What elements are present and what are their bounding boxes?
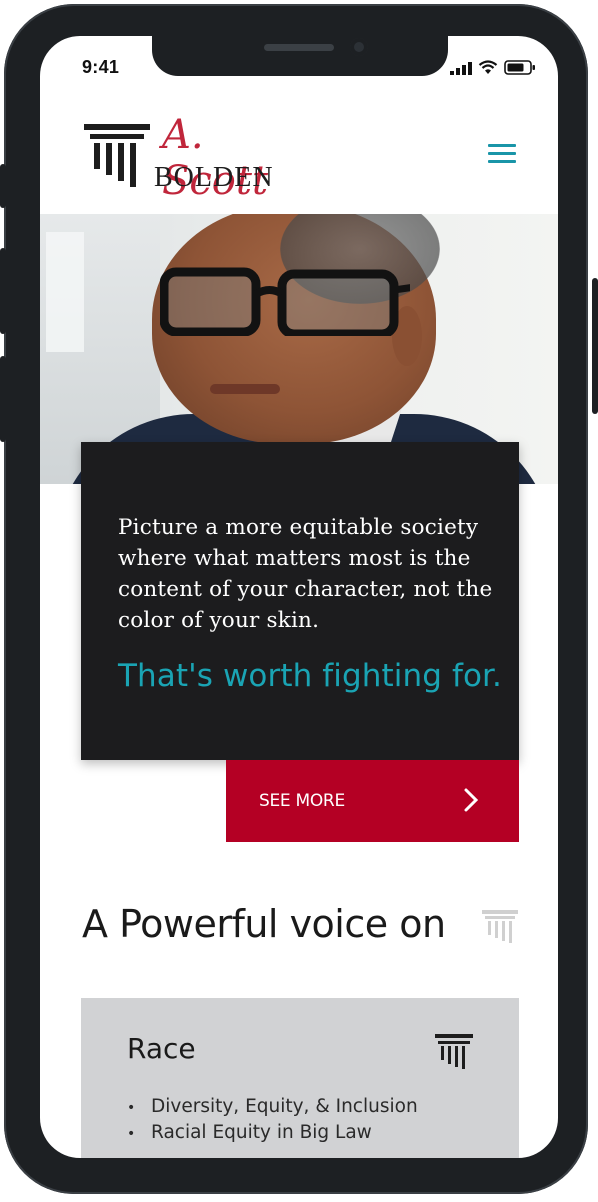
phone-volume-up — [0, 248, 6, 334]
pillar-icon — [435, 1034, 473, 1069]
pillar-logo-icon — [84, 124, 150, 187]
topic-list-item[interactable]: Racial Equity in Big Law — [127, 1120, 418, 1146]
status-time: 9:41 — [82, 57, 120, 77]
status-icons — [450, 60, 536, 75]
logo-surname: BOLDEN — [154, 162, 274, 193]
phone-volume-down — [0, 356, 6, 442]
hamburger-menu-icon[interactable] — [488, 144, 516, 164]
battery-icon — [504, 60, 535, 75]
front-camera — [350, 38, 368, 56]
phone-screen: 9:41 A. Scott BOLDEN Picture a more equi… — [40, 36, 558, 1158]
topic-title: Race — [127, 1032, 196, 1065]
quote-text: Picture a more equitable society where w… — [118, 515, 493, 633]
topic-list: Diversity, Equity, & Inclusion Racial Eq… — [127, 1094, 418, 1146]
speaker-grille — [264, 44, 334, 51]
quote-card: Picture a more equitable society where w… — [81, 442, 519, 760]
section-title: A Powerful voice on — [82, 902, 446, 946]
chevron-right-icon — [464, 788, 479, 812]
site-logo[interactable]: A. Scott BOLDEN — [84, 112, 294, 204]
notch — [152, 36, 448, 76]
topic-card-race[interactable]: Race Diversity, Equity, & Inclusion Raci… — [81, 998, 519, 1158]
see-more-label: SEE MORE — [259, 791, 345, 811]
phone-power-button — [592, 278, 598, 414]
signal-icon — [450, 61, 472, 75]
pillar-icon — [482, 910, 518, 943]
wifi-icon — [478, 60, 498, 74]
glasses-shape — [160, 267, 410, 336]
topic-list-item[interactable]: Diversity, Equity, & Inclusion — [127, 1094, 418, 1120]
see-more-button[interactable]: SEE MORE — [226, 760, 519, 842]
phone-mute-switch — [0, 164, 6, 208]
quote-emphasis: That's worth fighting for. — [118, 658, 503, 694]
